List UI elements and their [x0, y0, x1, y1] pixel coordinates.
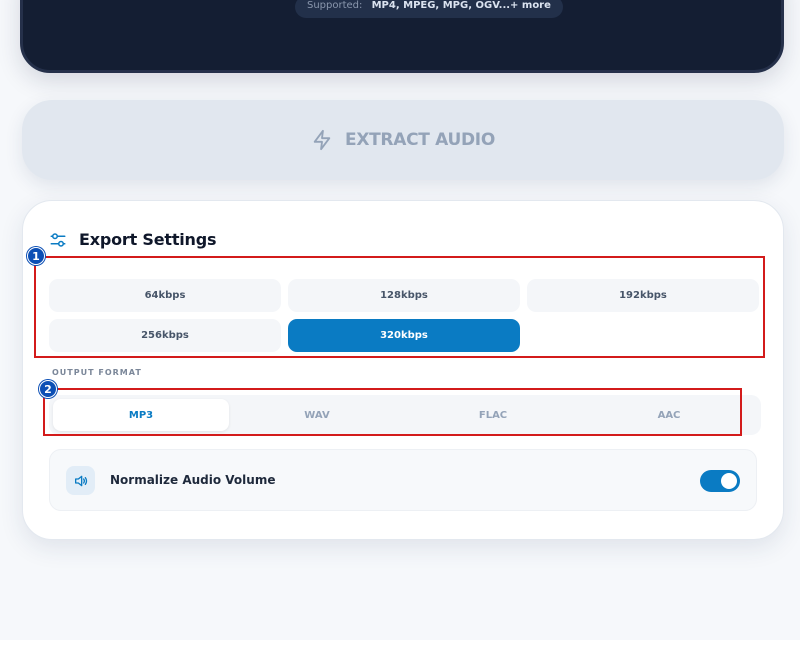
page: Supported: MP4, MPEG, MPG, OGV...+ more … [0, 0, 800, 670]
lightning-icon [313, 129, 331, 151]
export-settings-header: Export Settings [49, 230, 217, 249]
output-format-label: OUTPUT FORMAT [52, 368, 142, 377]
supported-formats-pill: Supported: MP4, MPEG, MPG, OGV...+ more [295, 0, 563, 18]
annotation-badge-1: 1 [27, 247, 45, 265]
normalize-volume-label: Normalize Audio Volume [110, 473, 276, 487]
page-footer-area [0, 640, 800, 670]
supported-label: Supported: [307, 0, 363, 11]
extract-audio-button[interactable]: EXTRACT AUDIO [22, 100, 784, 180]
supported-formats: MP4, MPEG, MPG, OGV...+ more [371, 0, 551, 11]
annotation-badge-2: 2 [39, 380, 57, 398]
annotation-box-1 [34, 256, 765, 358]
toggle-knob [721, 473, 737, 489]
export-settings-title: Export Settings [79, 230, 217, 249]
normalize-volume-row: Normalize Audio Volume [49, 449, 757, 511]
normalize-volume-toggle[interactable] [700, 470, 740, 492]
speaker-icon-box [66, 466, 95, 495]
extract-audio-label: EXTRACT AUDIO [345, 130, 495, 150]
sliders-icon [50, 232, 66, 247]
annotation-box-2 [43, 388, 742, 436]
export-settings-card: Export Settings 64kbps 128kbps 192kbps 2… [22, 200, 784, 540]
upload-drop-zone[interactable]: Supported: MP4, MPEG, MPG, OGV...+ more [20, 0, 784, 73]
speaker-icon [74, 475, 87, 486]
